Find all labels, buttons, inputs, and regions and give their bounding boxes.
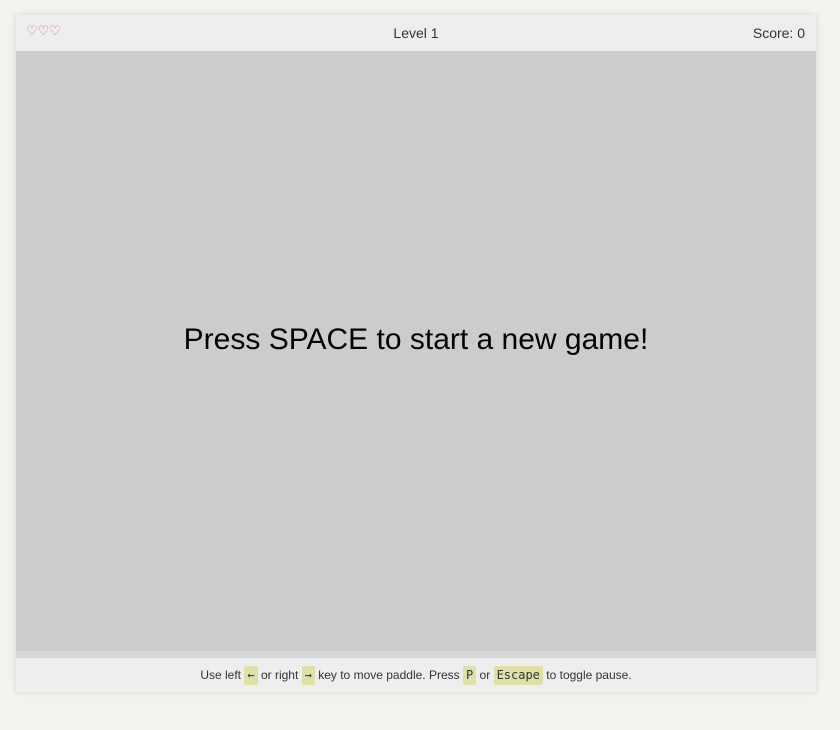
level-indicator: Level 1 (393, 25, 439, 41)
canvas-bottom-edge (16, 651, 816, 658)
help-text-1: Use left (200, 668, 242, 682)
controls-help: Use left ← or right → key to move paddle… (16, 658, 816, 692)
key-escape: Escape (493, 666, 543, 686)
score-display: Score: 0 (752, 25, 805, 41)
hud-bar: ♡♡♡ Level 1 Score: 0 (16, 15, 816, 51)
key-p: P (462, 666, 477, 686)
help-text-5: to toggle pause. (546, 668, 632, 682)
key-left-arrow: ← (244, 666, 258, 686)
game-frame: ♡♡♡ Level 1 Score: 0 Press SPACE to star… (16, 15, 816, 692)
game-canvas[interactable]: Press SPACE to start a new game! (16, 51, 816, 651)
help-text-3: key to move paddle. Press (318, 668, 460, 682)
key-right-arrow: → (301, 666, 315, 686)
start-message: Press SPACE to start a new game! (183, 323, 649, 356)
help-text-2: or right (260, 668, 299, 682)
help-text-4: or (479, 668, 491, 682)
